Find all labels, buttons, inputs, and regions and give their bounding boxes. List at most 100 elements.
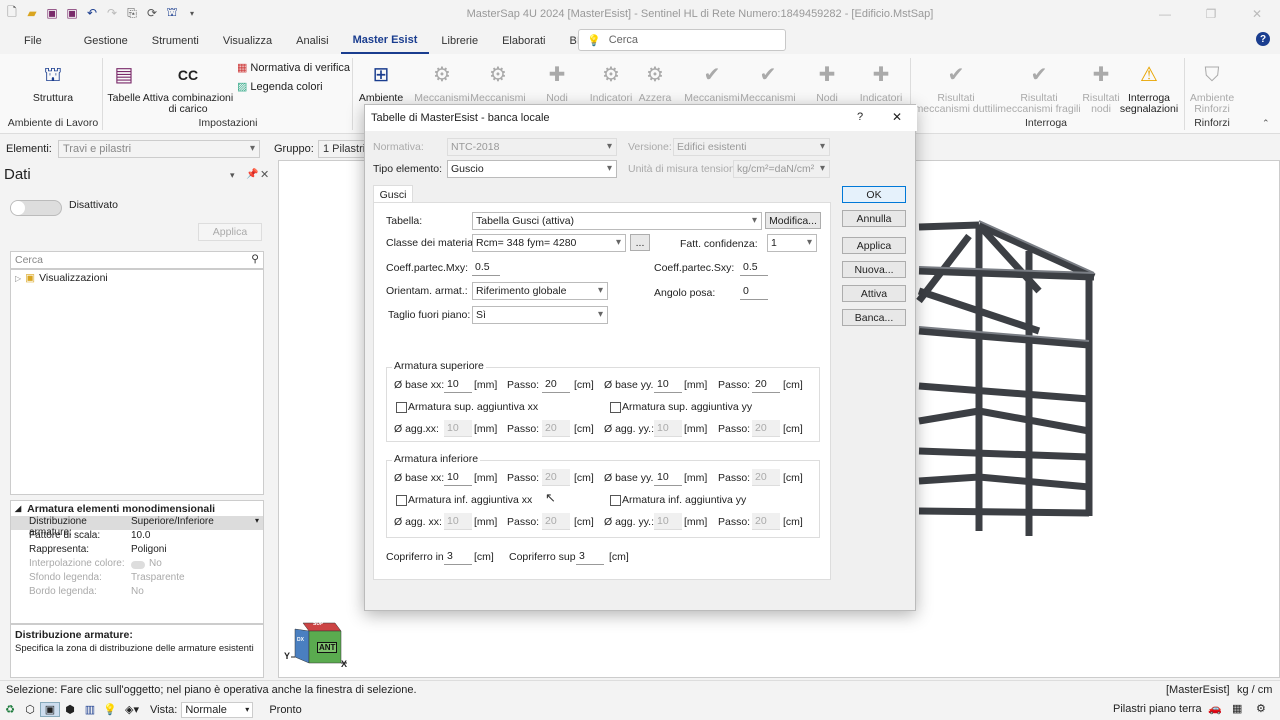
banca-button[interactable]: Banca... <box>842 309 906 326</box>
annulla-button[interactable]: Annulla <box>842 210 906 227</box>
sup-agg-yy-input[interactable]: 10 <box>654 420 682 437</box>
inf-agg-xx-input[interactable]: 10 <box>444 513 472 530</box>
menu-visualizza[interactable]: Visualizza <box>211 28 284 54</box>
property-group-header[interactable]: ◢ Armatura elementi monodimensionali <box>11 501 263 516</box>
versione-select[interactable]: Edifici esistenti <box>673 138 830 156</box>
azzera-button[interactable]: ⚙ Azzera <box>636 62 674 104</box>
inf-agg-xx-checkbox[interactable] <box>396 495 407 506</box>
collapse-icon[interactable]: ◢ <box>15 504 21 513</box>
inf-agg-passo-yy-input[interactable]: 20 <box>752 513 780 530</box>
sup-base-yy-input[interactable]: 10 <box>654 376 682 393</box>
vista-select[interactable]: Normale ▾ <box>181 701 254 718</box>
maximize-icon[interactable]: ❐ <box>1188 0 1234 28</box>
ambiente-rinforzi-button[interactable]: ⛉ Ambiente Rinforzi <box>1186 62 1238 115</box>
sup-agg-passo-xx-input[interactable]: 20 <box>542 420 570 437</box>
risultati-duttili-button[interactable]: ✔ Risultati meccanismi duttili <box>912 62 1000 115</box>
attiva-button[interactable]: Attiva <box>842 285 906 302</box>
chevron-down-icon[interactable]: ▾ <box>255 516 259 530</box>
unita-select[interactable]: kg/cm²=daN/cm² <box>733 160 830 178</box>
tabelle-button[interactable]: ▤ Tabelle <box>106 62 142 104</box>
tree-search-input[interactable]: Cerca ⚲ <box>10 251 264 269</box>
toggle-switch[interactable] <box>10 200 62 216</box>
inf-base-xx-input[interactable]: 10 <box>444 469 472 486</box>
sup-agg-yy-checkbox[interactable] <box>610 402 621 413</box>
mini-toggle[interactable] <box>131 561 145 569</box>
taglio-select[interactable]: Sì <box>472 306 608 324</box>
tipo-elemento-select[interactable]: Guscio <box>447 160 617 178</box>
angolo-posa-input[interactable]: 0 <box>740 283 768 300</box>
shading-icon[interactable]: ◈▾ <box>120 703 144 716</box>
applica-dialog-button[interactable]: Applica <box>842 237 906 254</box>
view-cube[interactable]: SUP DX ANT Y X <box>284 617 349 673</box>
elementi-combo[interactable]: Travi e pilastri <box>58 140 260 158</box>
normativa-select[interactable]: NTC-2018 <box>447 138 617 156</box>
ambiente-button[interactable]: ⊞ Ambiente <box>356 62 406 104</box>
panel-dropdown-icon[interactable]: ▾ <box>230 170 235 181</box>
orientamento-select[interactable]: Riferimento globale <box>472 282 608 300</box>
property-row[interactable]: Rappresenta: Poligoni <box>11 544 263 558</box>
search-icon[interactable]: ⚲ <box>251 253 259 265</box>
property-row[interactable]: Bordo legenda: No <box>11 586 263 600</box>
property-row[interactable]: Sfondo legenda: Trasparente <box>11 572 263 586</box>
indicatori-button-2[interactable]: ✚ Indicatori <box>856 62 906 104</box>
3d-view-icon[interactable]: ⬡ <box>20 703 40 716</box>
car-icon[interactable]: 🚗 <box>1208 702 1222 715</box>
sup-passo-yy-input[interactable]: 20 <box>752 376 780 393</box>
copriferro-sup-input[interactable]: 3 <box>576 548 604 565</box>
nodi-button-1[interactable]: ✚ Nodi <box>532 62 582 104</box>
menu-gestione[interactable]: Gestione <box>72 28 140 54</box>
nodi-button-2[interactable]: ✚ Nodi <box>802 62 852 104</box>
copriferro-inf-input[interactable]: 3 <box>444 548 472 565</box>
recycle-icon[interactable]: ♻ <box>0 703 20 716</box>
inf-agg-passo-xx-input[interactable]: 20 <box>542 513 570 530</box>
menu-master-esist[interactable]: Master Esist <box>340 28 430 54</box>
meccanismi-button-4[interactable]: ✔ Meccanismi <box>740 62 796 104</box>
sup-passo-xx-input[interactable]: 20 <box>542 376 570 393</box>
dialog-close-icon[interactable]: ✕ <box>892 110 902 124</box>
property-row[interactable]: Distribuzione armature: Superiore/Inferi… <box>11 516 263 538</box>
pin-icon[interactable]: 📌 <box>246 169 258 180</box>
search-box[interactable]: 💡 Cerca <box>578 29 786 51</box>
sup-base-xx-input[interactable]: 10 <box>444 376 472 393</box>
sup-agg-passo-yy-input[interactable]: 20 <box>752 420 780 437</box>
legenda-colori-button[interactable]: ▨ Legenda colori <box>237 80 323 94</box>
classe-materiali-select[interactable]: Rcm= 348 fym= 4280 <box>472 234 626 252</box>
sup-agg-xx-checkbox[interactable] <box>396 402 407 413</box>
classe-browse-button[interactable]: ... <box>630 234 650 251</box>
risultati-fragili-button[interactable]: ✔ Risultati meccanismi fragili <box>996 62 1082 115</box>
struttura-button[interactable]: ⛫ Struttura <box>28 62 78 104</box>
grid-toggle-icon[interactable]: ▦ <box>1232 702 1242 715</box>
menu-analisi[interactable]: Analisi <box>284 28 340 54</box>
attiva-combinazioni-button[interactable]: CC Attiva combinazioni di carico <box>142 62 234 115</box>
ok-button[interactable]: OK <box>842 186 906 203</box>
fatt-confidenza-select[interactable]: 1 <box>767 234 817 252</box>
expand-icon[interactable]: ▷ <box>15 274 21 283</box>
sxy-input[interactable]: 0.5 <box>740 259 768 276</box>
inf-passo-yy-input[interactable]: 20 <box>752 469 780 486</box>
property-row[interactable]: Interpolazione colore: No <box>11 558 263 572</box>
tab-gusci[interactable]: Gusci <box>373 185 413 203</box>
model-icon[interactable]: ⬢ <box>60 703 80 716</box>
help-icon[interactable]: ? <box>1256 32 1270 46</box>
inf-base-yy-input[interactable]: 10 <box>654 469 682 486</box>
mxy-input[interactable]: 0.5 <box>472 259 500 276</box>
minimize-icon[interactable]: — <box>1142 0 1188 28</box>
cube-view-icon[interactable]: ▣ <box>40 702 60 717</box>
panel-close-icon[interactable]: ✕ <box>260 168 269 181</box>
dialog-help-icon[interactable]: ? <box>857 111 863 123</box>
inf-passo-xx-input[interactable]: 20 <box>542 469 570 486</box>
sup-agg-xx-input[interactable]: 10 <box>444 420 472 437</box>
inf-agg-yy-checkbox[interactable] <box>610 495 621 506</box>
collapse-ribbon-icon[interactable]: ⌃ <box>1262 118 1270 129</box>
light-icon[interactable]: 💡 <box>100 703 120 716</box>
gruppo-combo[interactable]: 1 Pilastri <box>318 140 368 158</box>
nuova-button[interactable]: Nuova... <box>842 261 906 278</box>
meccanismi-button-1[interactable]: ⚙ Meccanismi <box>414 62 470 104</box>
menu-file[interactable]: File <box>0 28 72 54</box>
modifica-button[interactable]: Modifica... <box>765 212 821 229</box>
settings-icon[interactable]: ⚙ <box>1256 702 1266 715</box>
plan-view-icon[interactable]: ▥ <box>80 703 100 716</box>
tree-item-visualizzazioni[interactable]: ▷ ▣ Visualizzazioni <box>11 270 263 286</box>
risultati-nodi-button[interactable]: ✚ Risultati nodi <box>1080 62 1122 115</box>
meccanismi-button-3[interactable]: ✔ Meccanismi <box>684 62 740 104</box>
